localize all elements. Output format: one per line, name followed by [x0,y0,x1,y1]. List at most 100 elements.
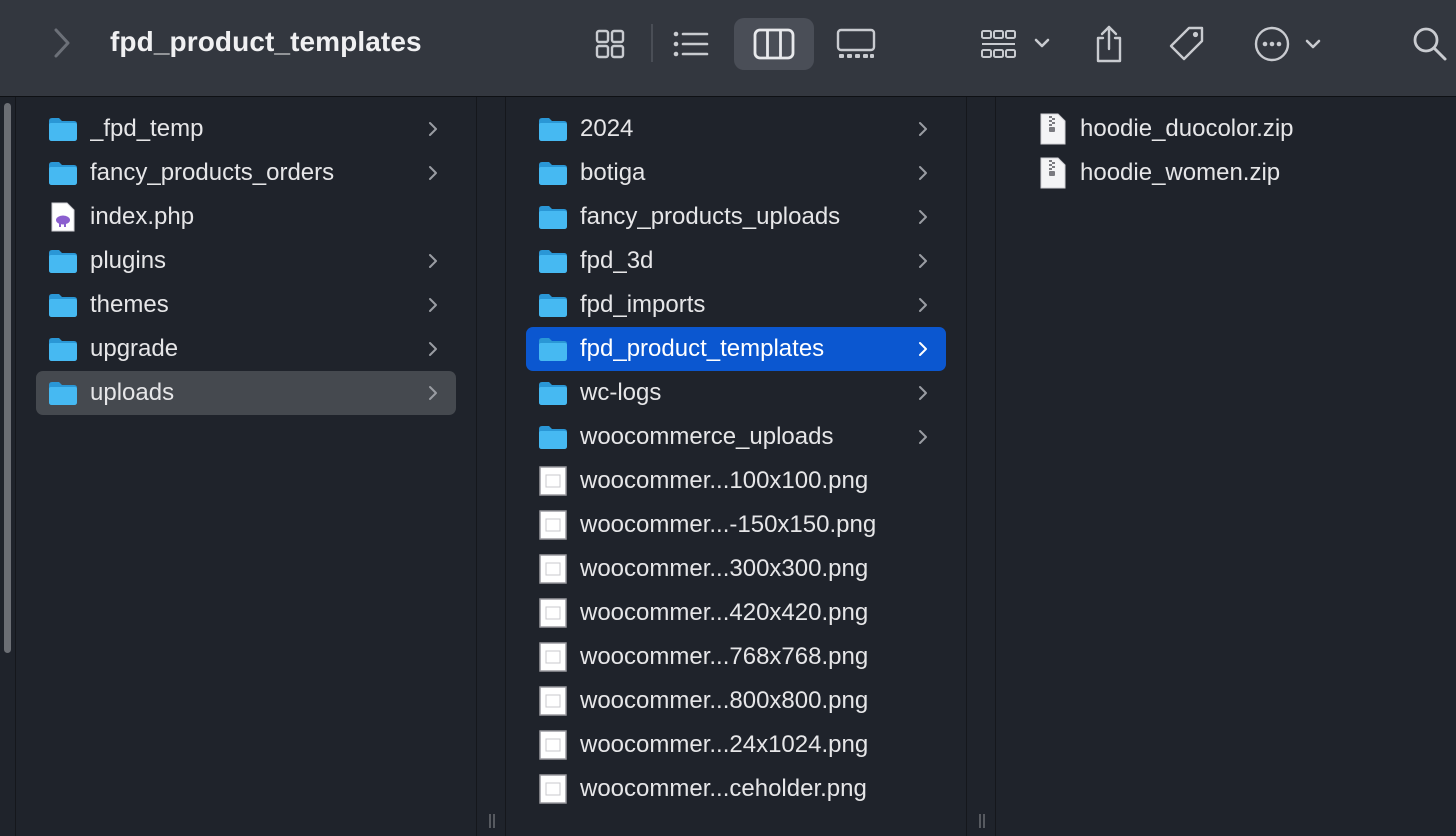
item-label: index.php [90,203,195,230]
folder-icon [538,291,568,319]
file-item[interactable]: woocommer...768x768.png [526,635,946,679]
image-file-icon [538,466,568,496]
chevron-right-icon [428,165,442,181]
chevron-right-icon [918,121,932,137]
item-label: upgrade [90,335,179,362]
more-actions-icon [1254,26,1321,62]
file-item[interactable]: woocommer...24x1024.png [526,723,946,767]
resize-handle-icon[interactable] [977,814,987,828]
zip-file-icon [1038,113,1068,145]
column-view-icon [753,28,795,60]
search-icon [1413,27,1447,61]
folder-icon [538,203,568,231]
gallery-view-button[interactable] [832,18,880,70]
image-file-icon [538,510,568,540]
folder-item[interactable]: fpd_imports [526,283,946,327]
folder-item[interactable]: fancy_products_orders [36,151,456,195]
item-label: 2024 [580,115,634,142]
item-label: woocommer...420x420.png [580,599,869,626]
folder-item[interactable]: 2024 [526,107,946,151]
group-button[interactable] [976,18,1052,70]
item-label: botiga [580,159,646,186]
window-title: fpd_product_templates [110,26,422,57]
folder-item[interactable]: uploads [36,371,456,415]
item-label: woocommer...800x800.png [580,687,869,714]
item-label: hoodie_women.zip [1080,159,1281,186]
folder-item[interactable]: wc-logs [526,371,946,415]
search-button[interactable] [1410,18,1450,70]
file-item[interactable]: woocommer...ceholder.png [526,767,946,811]
gallery-view-icon [836,28,876,58]
folder-item[interactable]: fpd_product_templates [526,327,946,371]
column-2: 2024 botiga fancy_products_uploads fpd_3dfp… [506,97,966,836]
item-label: woocommer...768x768.png [580,643,869,670]
item-label: fpd_product_templates [580,335,825,362]
chevron-right-icon [918,209,932,225]
forward-button[interactable] [44,24,80,62]
folder-icon [538,115,568,143]
share-icon [1096,25,1122,63]
folder-icon [538,247,568,275]
file-item[interactable]: woocommer...420x420.png [526,591,946,635]
file-item[interactable]: woocommer...800x800.png [526,679,946,723]
toolbar-separator [651,24,653,62]
folder-item[interactable]: themes [36,283,456,327]
folder-item[interactable]: _fpd_temp [36,107,456,151]
list-view-icon [673,31,709,57]
file-item[interactable]: hoodie_duocolor.zip [1026,107,1446,151]
more-actions-button[interactable] [1252,18,1326,70]
item-label: fpd_imports [580,291,706,318]
item-label: fancy_products_uploads [580,203,841,230]
file-item[interactable]: index.php [36,195,456,239]
chevron-right-icon [428,341,442,357]
item-label: plugins [90,247,167,274]
folder-icon [48,379,78,407]
chevron-right-icon [918,385,932,401]
resize-handle-icon[interactable] [487,814,497,828]
image-file-icon [538,686,568,716]
column-view-button[interactable] [734,18,814,70]
item-label: woocommer...300x300.png [580,555,869,582]
folder-item[interactable]: upgrade [36,327,456,371]
item-label: woocommerce_uploads [580,423,834,450]
item-label: uploads [90,379,175,406]
image-file-icon [538,730,568,760]
folder-item[interactable]: fpd_3d [526,239,946,283]
column-divider[interactable] [966,97,996,836]
item-label: themes [90,291,169,318]
chevron-right-icon [918,297,932,313]
icon-view-button[interactable] [586,18,634,70]
list-view-button[interactable] [668,18,714,70]
chevron-right-icon [428,297,442,313]
item-label: fancy_products_orders [90,159,335,186]
chevron-right-icon [428,253,442,269]
folder-icon [48,115,78,143]
file-item[interactable]: hoodie_women.zip [1026,151,1446,195]
image-file-icon [538,774,568,804]
folder-item[interactable]: fancy_products_uploads [526,195,946,239]
column-browser: _fpd_temp fancy_products_orders index.php p… [0,97,1456,836]
icon-view-icon [595,29,625,59]
folder-icon [48,247,78,275]
item-label: wc-logs [580,379,662,406]
toolbar: fpd_product_templates [0,0,1456,97]
tag-icon [1169,26,1204,61]
file-item[interactable]: woocommer...300x300.png [526,547,946,591]
column-divider[interactable] [476,97,506,836]
folder-item[interactable]: plugins [36,239,456,283]
item-label: _fpd_temp [90,115,204,142]
file-item[interactable]: woocommer...-150x150.png [526,503,946,547]
folder-icon [48,159,78,187]
folder-item[interactable]: woocommerce_uploads [526,415,946,459]
chevron-right-icon [918,341,932,357]
chevron-right-icon [54,28,70,58]
column-1: _fpd_temp fancy_products_orders index.php p… [16,97,476,836]
zip-file-icon [1038,157,1068,189]
folder-item[interactable]: botiga [526,151,946,195]
share-button[interactable] [1090,18,1128,70]
chevron-right-icon [918,165,932,181]
tags-button[interactable] [1164,18,1210,70]
file-item[interactable]: woocommer...100x100.png [526,459,946,503]
chevron-right-icon [918,429,932,445]
item-label: woocommer...24x1024.png [580,731,869,758]
